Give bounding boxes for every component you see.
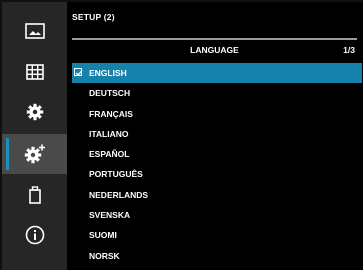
- language-header: LANGUAGE 1/3: [72, 43, 357, 57]
- language-item[interactable]: NEDERLANDS: [72, 185, 362, 205]
- language-label: ITALIANO: [89, 128, 129, 139]
- menu-tab-sidebar: [2, 2, 67, 270]
- page-indicator: 1/3: [343, 45, 355, 55]
- menu-scrollbar[interactable]: [72, 38, 357, 40]
- language-item[interactable]: NORSK: [72, 246, 362, 266]
- gear-plus-icon: [24, 144, 45, 164]
- language-label: FRANÇAIS: [89, 108, 133, 119]
- language-item[interactable]: PORTUGUÊS: [72, 164, 362, 184]
- tab-playback[interactable]: [2, 11, 67, 51]
- tab-delete[interactable]: [2, 175, 67, 215]
- language-list: ENGLISH DEUTSCH FRANÇAIS ITALIANO ESPAÑO…: [72, 63, 362, 266]
- checkbox-icon: [74, 68, 83, 76]
- language-item[interactable]: ENGLISH: [72, 63, 362, 84]
- tab-setup-1[interactable]: [2, 92, 67, 132]
- language-item[interactable]: ESPAÑOL: [72, 144, 362, 164]
- tab-info[interactable]: [2, 215, 67, 255]
- tab-shooting[interactable]: [2, 52, 67, 92]
- language-header-label: LANGUAGE: [190, 45, 239, 55]
- language-label: ESPAÑOL: [89, 149, 130, 160]
- language-label: PORTUGUÊS: [89, 169, 143, 180]
- language-label: SVENSKA: [89, 210, 131, 221]
- language-item[interactable]: SVENSKA: [72, 205, 362, 225]
- language-item[interactable]: DEUTSCH: [72, 83, 362, 103]
- language-item[interactable]: FRANÇAIS: [72, 104, 362, 124]
- playback-icon: [24, 23, 45, 39]
- setup-menu-panel: SETUP (2) LANGUAGE 1/3 ENGLISH DEUTSCH F…: [67, 2, 363, 270]
- language-item[interactable]: SUOMI: [72, 225, 362, 245]
- camera-menu-frame: SETUP (2) LANGUAGE 1/3 ENGLISH DEUTSCH F…: [0, 0, 363, 270]
- language-label: SUOMI: [89, 230, 117, 241]
- menu-title: SETUP (2): [72, 12, 115, 22]
- checkmark-icon: [75, 70, 83, 76]
- language-label: ENGLISH: [89, 68, 127, 78]
- gear-icon: [26, 103, 43, 121]
- language-label: NORSK: [89, 250, 120, 261]
- grid-icon: [25, 64, 44, 80]
- info-icon: [25, 225, 44, 245]
- language-item[interactable]: ITALIANO: [72, 124, 362, 144]
- trash-icon: [28, 186, 41, 204]
- language-label: NEDERLANDS: [89, 189, 149, 200]
- scrollbar-thumb[interactable]: [72, 38, 357, 40]
- language-label: DEUTSCH: [89, 88, 131, 99]
- tab-setup-2[interactable]: [2, 134, 67, 174]
